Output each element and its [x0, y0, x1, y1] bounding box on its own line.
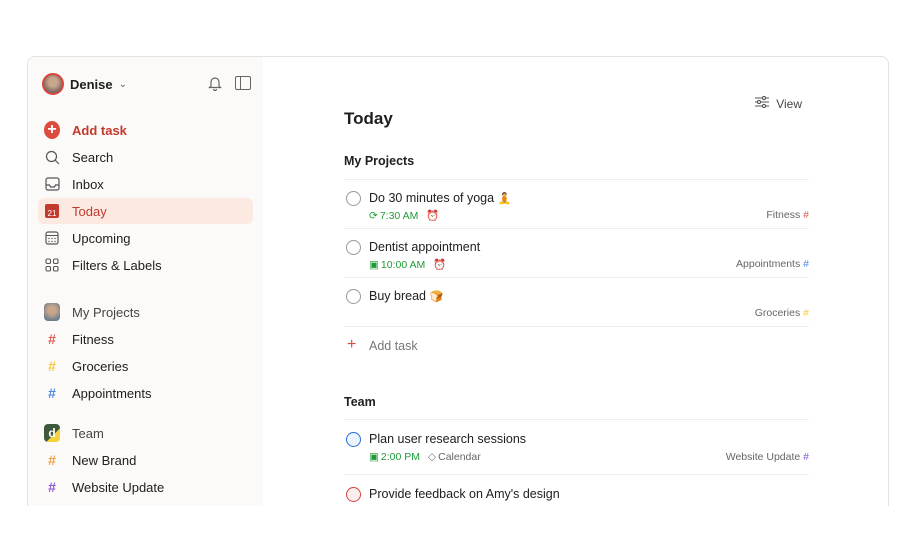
hash-icon: #	[48, 385, 56, 401]
task-project: Fitness	[766, 209, 801, 221]
nav-label: Filters & Labels	[72, 257, 162, 273]
sidebar-item-search[interactable]: Search	[38, 144, 253, 170]
nav-label: Inbox	[72, 176, 104, 192]
hash-icon: #	[48, 358, 56, 374]
hash-icon: #	[803, 258, 809, 270]
nav-label: Fitness	[72, 331, 114, 347]
nav-label: Today	[72, 203, 107, 219]
hash-icon: #	[48, 479, 56, 495]
page-title: Today	[344, 109, 393, 128]
sidebar-item-new-brand[interactable]: # New Brand	[38, 447, 253, 473]
nav-label: New Brand	[72, 452, 137, 468]
task-time: 2:00 PM	[380, 451, 421, 463]
avatar	[42, 73, 64, 95]
team-logo-icon: d	[44, 424, 60, 442]
tag-icon: ◇	[428, 451, 437, 463]
section-label: My Projects	[72, 304, 140, 320]
sidebar-item-appointments[interactable]: # Appointments	[38, 380, 253, 406]
section-header: Team	[344, 395, 376, 409]
plus-icon: +	[347, 336, 357, 353]
task-emoji: 🧘	[497, 193, 512, 205]
task-row[interactable]: Buy bread 🍞 Groceries #	[344, 277, 809, 326]
plus-circle-icon: +	[44, 121, 60, 139]
sidebar-item-today[interactable]: 21 Today	[38, 198, 253, 224]
calendar-icon: ▣	[369, 451, 379, 463]
sidebar-item-fitness[interactable]: # Fitness	[38, 326, 253, 352]
user-menu[interactable]: Denise ⌄	[42, 73, 127, 95]
nav-label: Groceries	[72, 358, 129, 374]
nav-label: Website Update	[72, 479, 165, 495]
task-title: Dentist appointment	[369, 240, 481, 254]
task-emoji: 🍞	[429, 291, 444, 303]
task-row[interactable]: Provide feedback on Amy's design	[344, 474, 809, 506]
sidebar-item-website-update[interactable]: # Website Update	[38, 474, 253, 500]
section-label: Team	[72, 425, 104, 441]
chevron-down-icon: ⌄	[118, 78, 128, 90]
task-checkbox[interactable]	[346, 240, 361, 255]
team-header[interactable]: d Team	[38, 420, 253, 446]
hash-icon: #	[48, 331, 56, 347]
task-checkbox[interactable]	[346, 289, 361, 304]
task-checkbox[interactable]	[346, 432, 361, 447]
app-window: Denise ⌄ + Add task Search Inbox 21 Today …	[27, 56, 889, 506]
task-title: Provide feedback on Amy's design	[369, 487, 560, 501]
hash-icon: #	[803, 307, 809, 319]
section-header: My Projects	[344, 154, 415, 168]
task-time: 7:30 AM	[379, 209, 419, 222]
alarm-icon: ⏰	[426, 210, 440, 222]
task-checkbox[interactable]	[346, 487, 361, 502]
sidebar-item-inbox[interactable]: Inbox	[38, 171, 253, 197]
task-row[interactable]: Do 30 minutes of yoga 🧘 ⟳ 7:30 AM ⏰ Fitnes…	[344, 179, 809, 228]
sidebar-toggle-icon[interactable]	[235, 76, 251, 90]
task-title: Plan user research sessions	[369, 432, 527, 446]
calendar-today-icon: 21	[44, 203, 60, 219]
task-project: Groceries	[754, 307, 801, 319]
add-task-button[interactable]: + Add task	[38, 117, 253, 143]
sliders-icon	[755, 95, 770, 111]
nav-label: Search	[72, 149, 114, 165]
hash-icon: #	[803, 451, 809, 463]
task-checkbox[interactable]	[346, 191, 361, 206]
task-project: Website Update	[725, 451, 801, 463]
hash-icon: #	[803, 209, 809, 221]
nav-label: Add task	[72, 122, 127, 138]
inbox-icon	[44, 176, 60, 192]
sidebar-item-upcoming[interactable]: Upcoming	[38, 225, 253, 251]
bell-icon[interactable]	[208, 75, 222, 92]
calendar-icon	[44, 230, 60, 246]
nav-label: Appointments	[72, 385, 152, 401]
add-task-inline[interactable]: + Add task	[344, 326, 809, 362]
alarm-icon: ⏰	[433, 259, 447, 271]
nav-label: Upcoming	[72, 230, 131, 246]
view-label: View	[776, 96, 802, 111]
sidebar-item-filters-labels[interactable]: Filters & Labels	[38, 252, 253, 278]
task-label: Calendar	[438, 451, 481, 463]
main-content: View Today My Projects Do 30 minutes of …	[263, 57, 888, 506]
task-row[interactable]: Dentist appointment ▣ 10:00 AM ⏰ Appointme…	[344, 228, 809, 277]
sidebar: Denise ⌄ + Add task Search Inbox 21 Today …	[28, 57, 263, 506]
recurring-icon: ⟳	[369, 209, 378, 222]
calendar-icon: ▣	[369, 258, 379, 271]
task-title: Buy bread	[369, 289, 426, 303]
task-time: 10:00 AM	[380, 258, 426, 271]
avatar	[44, 303, 60, 321]
user-name: Denise	[70, 76, 113, 92]
view-button[interactable]: View	[755, 95, 802, 111]
task-title: Do 30 minutes of yoga	[369, 191, 495, 205]
my-projects-header[interactable]: My Projects	[38, 299, 253, 325]
hash-icon: #	[48, 452, 56, 468]
add-task-label: Add task	[369, 339, 418, 353]
grid-icon	[44, 257, 60, 273]
search-icon	[44, 149, 60, 165]
task-project: Appointments	[736, 258, 801, 270]
sidebar-item-groceries[interactable]: # Groceries	[38, 353, 253, 379]
task-row[interactable]: Plan user research sessions ▣ 2:00 PM ◇ Cal…	[344, 419, 809, 474]
